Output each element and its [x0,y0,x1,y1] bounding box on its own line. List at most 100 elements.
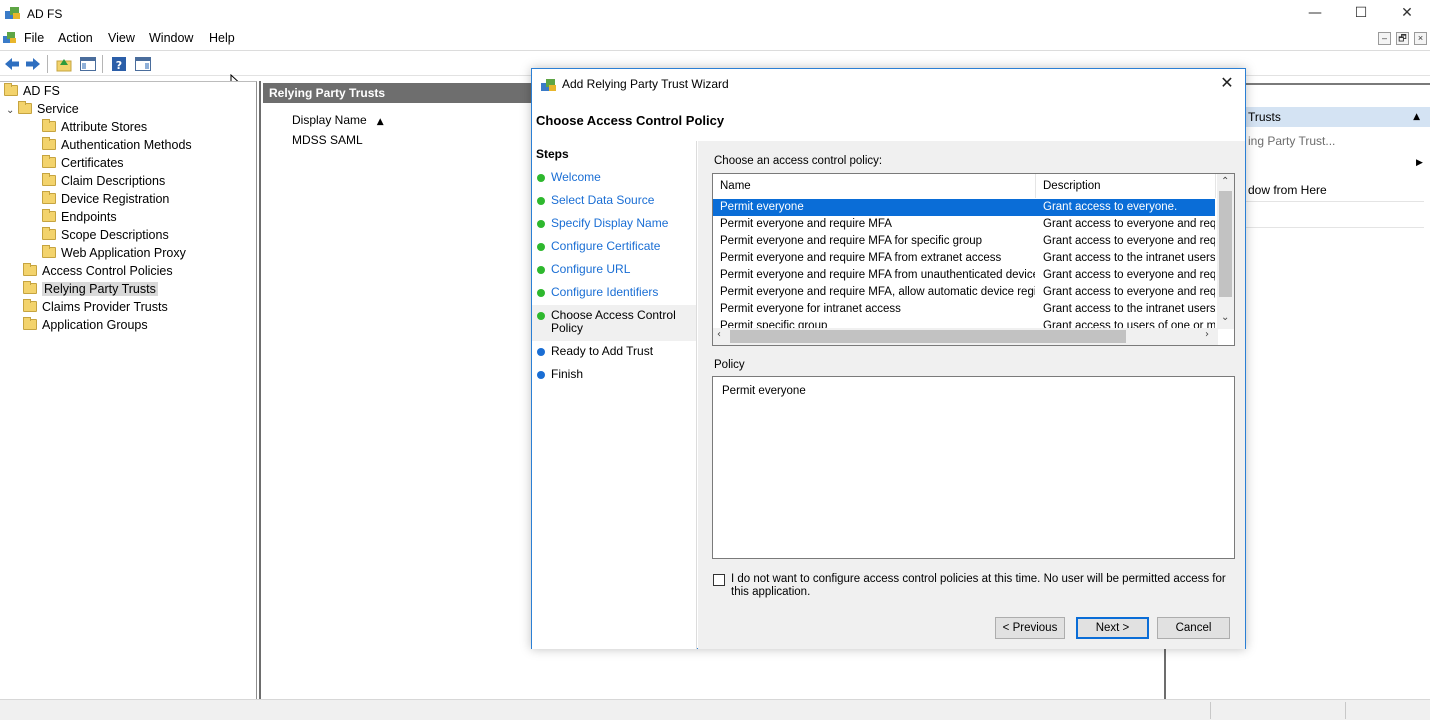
step-complete-dot-icon [537,289,545,297]
folder-icon [42,245,56,258]
tree-item-endpoints[interactable]: Endpoints [42,208,117,226]
mdi-restore-button[interactable]: 🗗 [1396,32,1409,45]
tree-item-service[interactable]: ⌄ Service [6,100,79,118]
column-header-display-name[interactable]: Display Name ▲ [292,113,384,127]
scroll-up-arrow-icon[interactable]: ⌃ [1221,176,1229,187]
cancel-button[interactable]: Cancel [1157,617,1230,639]
column-header-name[interactable]: Name [713,174,1036,198]
adfs-app-icon [541,79,556,91]
collapse-up-icon[interactable]: ▲ [1413,107,1420,127]
tree-item-adfs[interactable]: AD FS [4,82,60,100]
tree-item-certificates[interactable]: Certificates [42,154,124,172]
step-complete-dot-icon [537,243,545,251]
folder-icon [42,119,56,132]
skip-policy-label[interactable]: I do not want to configure access contro… [731,573,1231,598]
tree-item-scope-descriptions[interactable]: Scope Descriptions [42,226,169,244]
chevron-down-icon[interactable]: ⌄ [6,102,18,120]
horizontal-scrollbar[interactable]: ‹ › [713,328,1218,345]
policy-row[interactable]: Permit everyone and require MFA from una… [713,267,1215,284]
step-finish: Finish [532,368,696,381]
step-select-data-source[interactable]: Select Data Source [532,194,696,207]
policy-row-permit-everyone[interactable]: Permit everyone Grant access to everyone. [713,199,1215,216]
steps-label: Steps [536,147,569,161]
maximize-button[interactable]: ☐ [1338,0,1384,28]
back-arrow-icon[interactable] [3,55,21,73]
folder-icon [23,299,37,312]
step-configure-certificate[interactable]: Configure Certificate [532,240,696,253]
policy-row[interactable]: Permit everyone and require MFA, allow a… [713,284,1215,301]
menu-view[interactable]: View [108,31,135,45]
actions-divider [1246,201,1424,202]
tree-item-authentication-methods[interactable]: Authentication Methods [42,136,192,154]
close-button[interactable]: ✕ [1384,0,1430,28]
tree-item-access-control-policies[interactable]: Access Control Policies [23,262,173,280]
window-title: AD FS [27,7,63,21]
tree-item-relying-party-trusts[interactable]: Relying Party Trusts [23,280,158,298]
scroll-right-arrow-icon[interactable]: › [1205,329,1209,340]
tree-item-web-application-proxy[interactable]: Web Application Proxy [42,244,186,262]
wizard-body: Choose an access control policy: Name De… [698,141,1245,649]
vertical-scrollbar[interactable]: ⌃ ⌄ [1217,174,1234,329]
step-complete-dot-icon [537,197,545,205]
policy-details-box: Permit everyone [712,376,1235,559]
step-welcome[interactable]: Welcome [532,171,696,184]
step-complete-dot-icon [537,220,545,228]
policy-prompt-label: Choose an access control policy: [714,155,883,167]
menu-file[interactable]: File [24,31,44,45]
policy-row[interactable]: Permit everyone for intranet access Grant… [713,301,1215,318]
minimize-button[interactable]: — [1292,0,1338,28]
menu-help[interactable]: Help [209,31,235,45]
folder-icon [42,209,56,222]
scroll-left-arrow-icon[interactable]: ‹ [717,329,721,340]
column-header-description[interactable]: Description [1036,174,1216,198]
wizard-steps: Steps Welcome Select Data Source Specify… [532,141,697,649]
wizard-title: Add Relying Party Trust Wizard [562,77,729,91]
tree-item-device-registration[interactable]: Device Registration [42,190,169,208]
sort-ascending-icon: ▲ [376,117,384,127]
folder-icon [23,263,37,276]
step-configure-identifiers[interactable]: Configure Identifiers [532,286,696,299]
table-row[interactable]: MDSS SAML [292,133,363,147]
console-tree: AD FS ⌄ Service Attribute Stores Authenti… [0,81,257,699]
folder-icon [42,155,56,168]
scrollbar-thumb[interactable] [1219,191,1232,297]
tree-item-attribute-stores[interactable]: Attribute Stores [42,118,147,136]
mdi-close-button[interactable]: × [1414,32,1427,45]
adfs-menu-icon[interactable] [2,31,18,45]
previous-button[interactable]: < Previous [995,617,1065,639]
policy-row[interactable]: Permit everyone and require MFA Grant acc… [713,216,1215,233]
action-add-relying-party-trust[interactable]: ing Party Trust... [1248,134,1335,148]
menu-action[interactable]: Action [58,31,93,45]
forward-arrow-icon[interactable] [24,55,42,73]
scrollbar-thumb[interactable] [730,330,1126,343]
help-icon[interactable]: ? [110,55,128,73]
scroll-down-arrow-icon[interactable]: ⌄ [1221,312,1229,323]
step-configure-url[interactable]: Configure URL [532,263,696,276]
action-new-window-from-here[interactable]: dow from Here [1248,183,1327,197]
status-divider [1345,702,1346,719]
step-current-dot-icon [537,312,545,320]
folder-icon [4,83,18,96]
show-hide-tree-icon[interactable] [79,55,97,73]
wizard-close-button[interactable]: ✕ [1217,73,1237,92]
folder-icon [42,173,56,186]
title-bar: AD FS — ☐ ✕ [0,0,1430,28]
show-hide-action-pane-icon[interactable] [134,55,152,73]
policy-row[interactable]: Permit everyone and require MFA from ext… [713,250,1215,267]
mdi-minimize-button[interactable]: – [1378,32,1391,45]
step-specify-display-name[interactable]: Specify Display Name [532,217,696,230]
menu-window[interactable]: Window [149,31,193,45]
actions-divider [1246,227,1424,228]
access-control-policy-list[interactable]: Name Description Permit everyone Grant ac… [712,173,1235,346]
up-folder-icon[interactable] [55,55,73,73]
tree-item-claims-provider-trusts[interactable]: Claims Provider Trusts [23,298,168,316]
skip-policy-checkbox[interactable] [713,574,725,586]
submenu-arrow-icon[interactable]: ▶ [1416,158,1423,168]
tree-item-claim-descriptions[interactable]: Claim Descriptions [42,172,165,190]
policy-section-label: Policy [714,359,745,371]
folder-icon [23,317,37,330]
next-button[interactable]: Next > [1076,617,1149,639]
wizard-heading: Choose Access Control Policy [536,113,725,128]
policy-row[interactable]: Permit everyone and require MFA for spec… [713,233,1215,250]
tree-item-application-groups[interactable]: Application Groups [23,316,148,334]
